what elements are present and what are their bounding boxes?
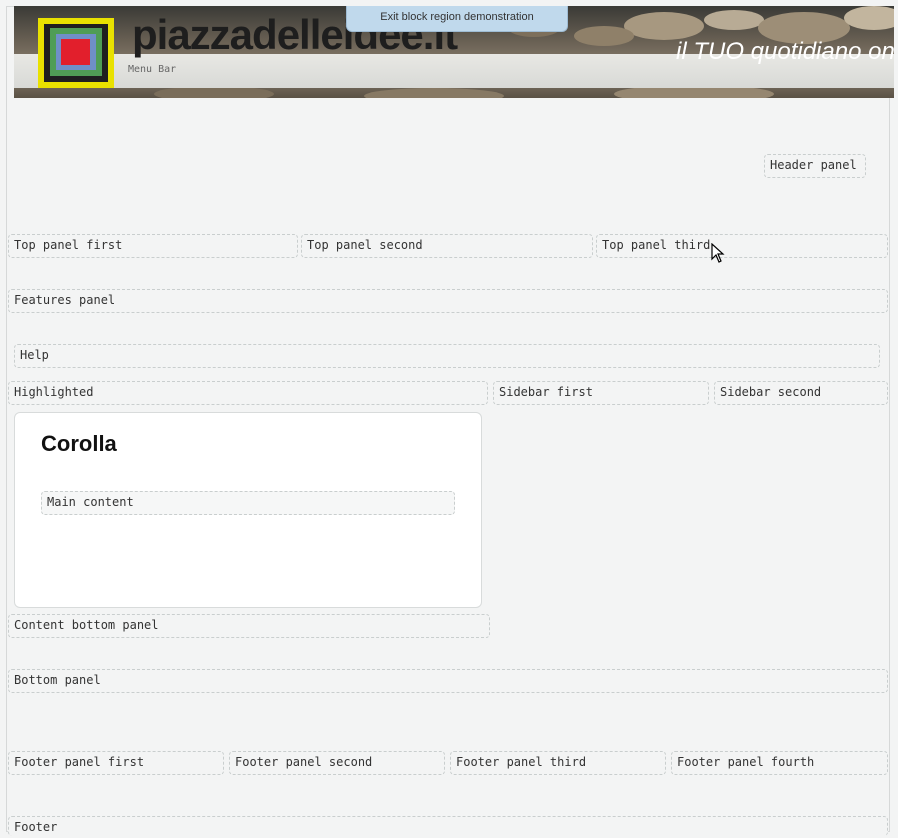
menu-bar: Menu Bar [128,64,177,75]
region-main-content: Main content [41,491,455,515]
site-logo[interactable] [38,18,114,88]
region-help: Help [14,344,880,368]
main-content-card: Corolla Main content [14,412,482,608]
exit-block-region-demo-button[interactable]: Exit block region demonstration [346,6,568,32]
region-content-bottom-panel: Content bottom panel [8,614,490,638]
region-top-panel-second: Top panel second [301,234,593,258]
region-top-panel-third: Top panel third [596,234,888,258]
region-sidebar-second: Sidebar second [714,381,888,405]
region-features-panel: Features panel [8,289,888,313]
region-footer: Footer [8,816,888,836]
page-title: Corolla [41,431,117,456]
region-footer-panel-second: Footer panel second [229,751,445,775]
region-footer-panel-third: Footer panel third [450,751,666,775]
site-slogan: il TUO quotidiano online [676,38,894,65]
region-bottom-panel: Bottom panel [8,669,888,693]
region-footer-panel-fourth: Footer panel fourth [671,751,888,775]
region-top-panel-first: Top panel first [8,234,298,258]
mouse-pointer-icon [711,243,725,263]
region-highlighted: Highlighted [8,381,488,405]
region-footer-panel-first: Footer panel first [8,751,224,775]
region-sidebar-first: Sidebar first [493,381,709,405]
region-header-panel: Header panel [764,154,866,178]
